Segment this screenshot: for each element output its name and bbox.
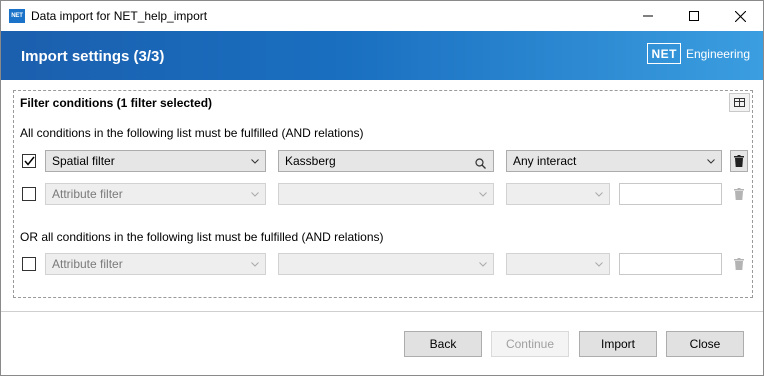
filter-operator-select[interactable]	[506, 253, 610, 275]
filter-row-checkbox[interactable]	[22, 257, 36, 271]
chevron-down-icon	[479, 254, 487, 274]
filter-value-input[interactable]	[619, 253, 722, 275]
filter-conditions-title: Filter conditions (1 filter selected)	[20, 96, 213, 110]
filter-operator-value: Any interact	[513, 154, 577, 168]
close-button[interactable]: Close	[666, 331, 744, 357]
search-icon[interactable]	[475, 155, 486, 175]
trash-icon	[734, 258, 744, 270]
app-icon: NET	[9, 9, 25, 23]
filter-row-checkbox[interactable]	[22, 187, 36, 201]
import-dialog: NET Data import for NET_help_import Impo…	[0, 0, 764, 376]
filter-type-value: Spatial filter	[52, 154, 115, 168]
delete-filter-button[interactable]	[730, 183, 748, 205]
chevron-down-icon	[479, 184, 487, 204]
and-conditions-label: All conditions in the following list mus…	[20, 126, 364, 140]
delete-filter-button[interactable]	[730, 253, 748, 275]
filter-value-select[interactable]	[278, 183, 494, 205]
layout-toggle-button[interactable]	[729, 93, 750, 112]
filter-operator-select[interactable]	[506, 183, 610, 205]
filter-type-value: Attribute filter	[52, 257, 123, 271]
title-bar: NET Data import for NET_help_import	[1, 1, 763, 31]
table-icon	[734, 98, 745, 107]
brand-logo-text: Engineering	[685, 46, 750, 61]
close-icon	[734, 10, 746, 22]
filter-operator-select[interactable]: Any interact	[506, 150, 722, 172]
minimize-icon	[643, 15, 653, 17]
maximize-icon	[689, 11, 699, 21]
filter-type-select[interactable]: Attribute filter	[45, 183, 266, 205]
filter-type-select[interactable]: Spatial filter	[45, 150, 266, 172]
or-conditions-label: OR all conditions in the following list …	[20, 230, 384, 244]
brand-logo: NET Engineering	[647, 43, 750, 64]
filter-value-text: Kassberg	[285, 154, 336, 168]
chevron-down-icon	[251, 184, 259, 204]
continue-button[interactable]: Continue	[491, 331, 569, 357]
chevron-down-icon	[251, 254, 259, 274]
filter-type-value: Attribute filter	[52, 187, 123, 201]
maximize-button[interactable]	[671, 1, 717, 31]
header-banner: Import settings (3/3) NET Engineering	[1, 31, 763, 80]
chevron-down-icon	[251, 151, 259, 171]
window-title: Data import for NET_help_import	[31, 9, 208, 23]
chevron-down-icon	[707, 151, 715, 171]
trash-icon	[734, 155, 744, 167]
footer-divider	[1, 311, 763, 312]
brand-logo-box: NET	[647, 43, 681, 64]
trash-icon	[734, 188, 744, 200]
filter-row-checkbox[interactable]	[22, 154, 36, 168]
minimize-button[interactable]	[625, 1, 671, 31]
back-button[interactable]: Back	[404, 331, 482, 357]
close-window-button[interactable]	[717, 1, 763, 31]
filter-conditions-group: Filter conditions (1 filter selected) Al…	[13, 90, 753, 298]
delete-filter-button[interactable]	[730, 150, 748, 172]
chevron-down-icon	[595, 184, 603, 204]
checkmark-icon	[23, 156, 35, 166]
filter-value-select[interactable]	[278, 253, 494, 275]
filter-value-input[interactable]	[619, 183, 722, 205]
filter-value-field[interactable]: Kassberg	[278, 150, 494, 172]
page-title: Import settings (3/3)	[21, 48, 165, 65]
filter-type-select[interactable]: Attribute filter	[45, 253, 266, 275]
import-button[interactable]: Import	[579, 331, 657, 357]
chevron-down-icon	[595, 254, 603, 274]
